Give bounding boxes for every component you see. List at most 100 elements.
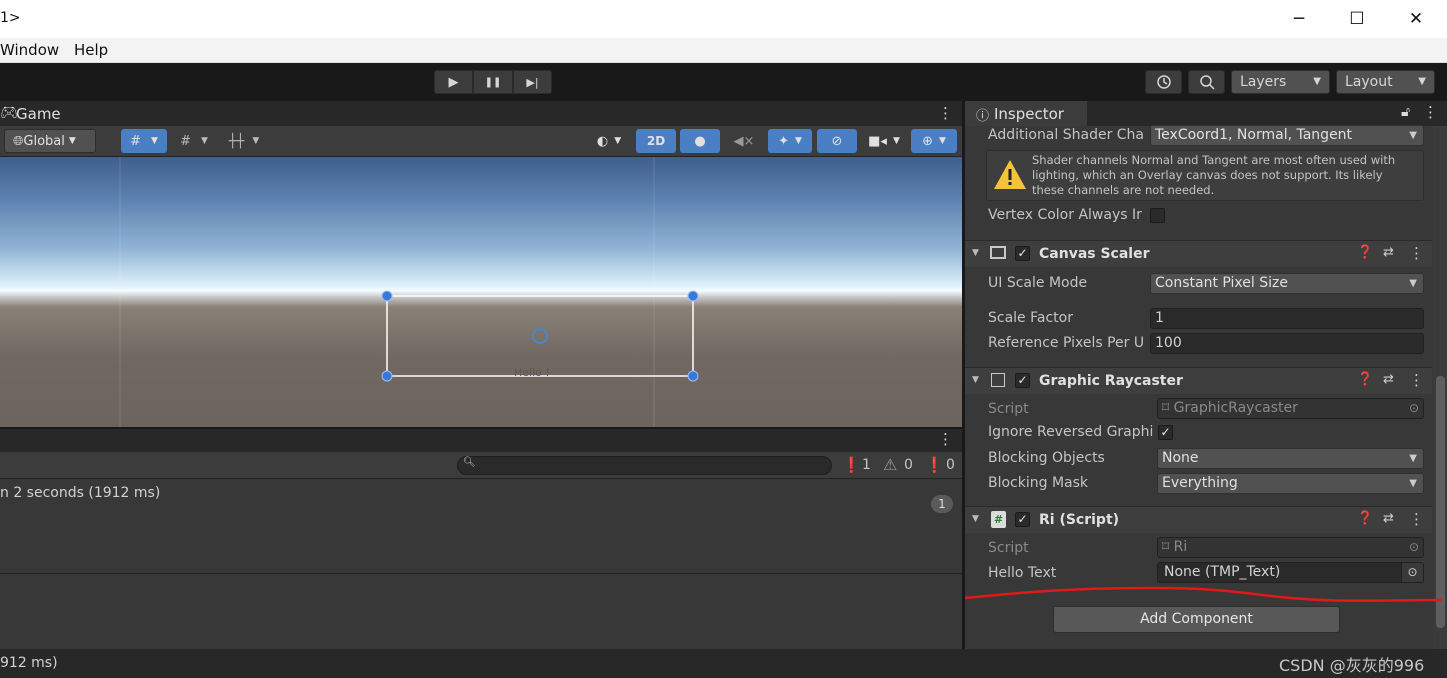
info-count[interactable]: 0 xyxy=(946,457,955,473)
error-count[interactable]: 1 xyxy=(862,457,871,473)
maximize-button[interactable]: ☐ xyxy=(1328,0,1386,38)
chevron-down-icon: ▼ xyxy=(150,136,158,146)
warning-icon xyxy=(994,160,1026,189)
status-bar: 912 ms) CSDN @灰灰的996 xyxy=(0,649,1447,678)
pause-button[interactable]: ❚❚ xyxy=(473,70,513,94)
main-toolbar xyxy=(0,63,1447,101)
step-button[interactable]: ▶| xyxy=(513,70,552,94)
effects-icon: ✦ xyxy=(778,133,789,149)
inspector-tab-bar: ⓘ Inspector 🔓︎ ⋮ xyxy=(965,101,1447,126)
raycaster-icon xyxy=(991,373,1005,387)
increment-snap-toggle[interactable]: ┼┼ ▼ xyxy=(221,129,267,153)
hidden-objects-toggle[interactable]: ⊘ xyxy=(817,129,857,153)
tab-game[interactable]: Game xyxy=(16,105,61,123)
chevron-down-icon: ▼ xyxy=(1313,76,1321,87)
chevron-down-icon: ▼ xyxy=(1409,453,1417,464)
vertex-color-label: Vertex Color Always Ir xyxy=(988,207,1142,223)
panel-menu-icon[interactable]: ⋮ xyxy=(1423,103,1438,121)
warning-icon: ⚠ xyxy=(883,455,898,474)
inspector-tab-label: Inspector xyxy=(994,105,1064,123)
scene-viewport[interactable]: Hello ! xyxy=(0,157,962,427)
grid-snap-toggle[interactable]: # ▼ xyxy=(121,129,167,153)
console-tab-bar: ⋮ xyxy=(0,427,962,452)
search-button[interactable] xyxy=(1188,70,1225,94)
blocking-objects-dropdown[interactable]: None ▼ xyxy=(1157,448,1424,469)
audio-toggle[interactable]: ◀× xyxy=(724,129,764,153)
ignore-reversed-checkbox[interactable]: ✓ xyxy=(1158,425,1173,440)
minimize-button[interactable]: ─ xyxy=(1270,0,1328,38)
preset-icon[interactable]: ⇄ xyxy=(1383,245,1394,260)
preset-icon[interactable]: ⇄ xyxy=(1383,372,1394,387)
hello-text-field[interactable]: None (TMP_Text) ⊙ xyxy=(1157,562,1424,583)
layers-dropdown[interactable]: Layers ▼ xyxy=(1231,70,1330,94)
status-text: 912 ms) xyxy=(0,655,58,671)
warning-text: Shader channels Normal and Tangent are m… xyxy=(1032,153,1396,197)
canvas-scaler-header[interactable]: ▼ ✓ Canvas Scaler ❓ ⇄ ⋮ xyxy=(965,240,1432,267)
reference-pixels-field[interactable]: 100 xyxy=(1150,333,1424,354)
2d-toggle[interactable]: 2D xyxy=(636,129,676,153)
raycaster-script-field: ⌑ GraphicRaycaster ⊙ xyxy=(1157,398,1424,419)
effects-toggle[interactable]: ✦ ▼ xyxy=(768,129,812,153)
menu-help[interactable]: Help xyxy=(74,41,108,59)
help-icon[interactable]: ❓ xyxy=(1357,245,1373,260)
ri-script-header[interactable]: ▼ # ✓ Ri (Script) ❓ ⇄ ⋮ xyxy=(965,506,1432,533)
history-button[interactable] xyxy=(1145,70,1182,94)
ui-scale-mode-dropdown[interactable]: Constant Pixel Size ▼ xyxy=(1150,273,1424,294)
component-menu-icon[interactable]: ⋮ xyxy=(1409,371,1424,389)
panel-menu-icon[interactable]: ⋮ xyxy=(938,430,953,448)
hello-text-value: None (TMP_Text) xyxy=(1164,564,1281,580)
console-search-input[interactable]: 🔍︎ xyxy=(457,456,832,475)
error-icon: ❗ xyxy=(842,456,861,474)
ui-scale-mode-value: Constant Pixel Size xyxy=(1155,275,1288,291)
eye-slash-icon: ⊘ xyxy=(831,133,843,149)
add-component-button[interactable]: Add Component xyxy=(1053,606,1340,633)
inspector-scrollbar[interactable] xyxy=(1433,126,1447,649)
ri-script-label: Script xyxy=(988,540,1029,556)
help-icon[interactable]: ❓ xyxy=(1357,372,1373,387)
warning-count[interactable]: 0 xyxy=(904,457,913,473)
foldout-arrow-icon[interactable]: ▼ xyxy=(972,248,979,258)
object-picker-icon[interactable]: ⊙ xyxy=(1401,563,1423,582)
scale-factor-label: Scale Factor xyxy=(988,310,1073,326)
play-button[interactable]: ▶ xyxy=(434,70,473,94)
ri-enabled-checkbox[interactable]: ✓ xyxy=(1015,512,1030,527)
preset-icon[interactable]: ⇄ xyxy=(1383,511,1394,526)
console-message-row[interactable]: n 2 seconds (1912 ms) 1 xyxy=(0,479,962,574)
component-menu-icon[interactable]: ⋮ xyxy=(1409,244,1424,262)
layout-dropdown[interactable]: Layout ▼ xyxy=(1336,70,1435,94)
gizmos-dropdown[interactable]: ⊕ ▼ xyxy=(911,129,957,153)
scale-factor-field[interactable]: 1 xyxy=(1150,308,1424,329)
shader-channels-dropdown[interactable]: TexCoord1, Normal, Tangent ▼ xyxy=(1150,125,1424,146)
shading-mode-dropdown[interactable]: ◐ ▼ xyxy=(587,129,631,153)
blocking-mask-dropdown[interactable]: Everything ▼ xyxy=(1157,473,1424,494)
graphic-raycaster-header[interactable]: ▼ ✓ Graphic Raycaster ❓ ⇄ ⋮ xyxy=(965,367,1432,394)
chevron-down-icon: ▼ xyxy=(252,136,260,146)
object-picker-icon: ⊙ xyxy=(1408,401,1419,415)
close-button[interactable]: ✕ xyxy=(1387,0,1445,38)
component-menu-icon[interactable]: ⋮ xyxy=(1409,510,1424,528)
menu-window[interactable]: Window xyxy=(0,41,59,59)
global-toggle[interactable]: 🌐︎ Global ▼ xyxy=(4,129,96,153)
ruler-icon: ┼┼ xyxy=(228,133,245,149)
foldout-arrow-icon[interactable]: ▼ xyxy=(972,514,979,524)
raycaster-enabled-checkbox[interactable]: ✓ xyxy=(1015,373,1030,388)
rect-transform-gizmo[interactable] xyxy=(0,157,962,427)
chevron-down-icon: ▼ xyxy=(794,136,802,146)
graphic-raycaster-title: Graphic Raycaster xyxy=(1039,373,1183,389)
global-label: Global xyxy=(23,133,65,149)
panel-menu-icon[interactable]: ⋮ xyxy=(938,104,953,122)
chevron-down-icon: ▼ xyxy=(1409,278,1417,289)
lighting-toggle[interactable]: ● xyxy=(680,129,720,153)
mute-icon: ◀× xyxy=(733,133,755,149)
lock-icon[interactable]: 🔓︎ xyxy=(1401,104,1410,120)
canvas-scaler-enabled-checkbox[interactable]: ✓ xyxy=(1015,246,1030,261)
chevron-down-icon: ▼ xyxy=(938,136,946,146)
vertex-color-checkbox[interactable] xyxy=(1150,208,1165,223)
help-icon[interactable]: ❓ xyxy=(1357,511,1373,526)
camera-dropdown[interactable]: ■◂ ▼ xyxy=(861,129,907,153)
grid-toggle[interactable]: # ▼ xyxy=(171,129,217,153)
reference-pixels-label: Reference Pixels Per U xyxy=(988,335,1145,351)
foldout-arrow-icon[interactable]: ▼ xyxy=(972,375,979,385)
tab-inspector[interactable]: ⓘ Inspector xyxy=(965,101,1087,126)
ri-script-field: ⌑ Ri ⊙ xyxy=(1157,537,1424,558)
